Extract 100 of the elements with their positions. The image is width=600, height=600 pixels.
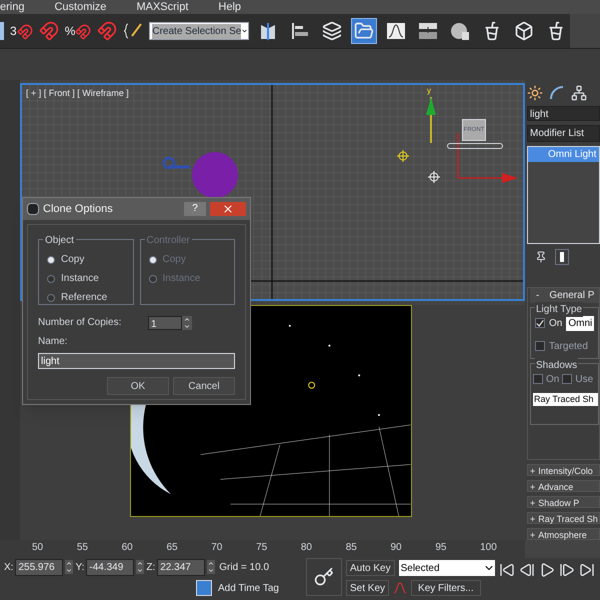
key-mode-dropdown[interactable]: Selected <box>398 560 495 576</box>
tick-label: 85 <box>346 541 358 555</box>
object-name-field[interactable]: light <box>527 106 600 122</box>
dialog-button[interactable]: Cancel <box>173 377 235 395</box>
menu-item[interactable]: MAXScript <box>136 0 188 16</box>
checkbox[interactable] <box>562 374 572 384</box>
folder-icon <box>354 21 374 41</box>
material-sphere-icon <box>450 21 470 41</box>
checkbox-label: On <box>546 372 560 387</box>
set-key-button[interactable]: Set Key <box>346 580 390 596</box>
angle-magnet-icon[interactable] <box>38 21 59 41</box>
app-icon <box>27 203 39 215</box>
viewport-label[interactable]: [ + ] [ Front ] [ Wireframe ] <box>26 87 129 100</box>
align-icon <box>290 21 310 41</box>
pin-icon[interactable] <box>535 250 547 263</box>
go-to-start-icon[interactable] <box>498 562 515 578</box>
spinner-icon[interactable] <box>136 560 144 574</box>
stack-item[interactable]: Omni Light <box>528 147 599 162</box>
spinner-icon[interactable] <box>207 560 216 574</box>
menu-item[interactable]: Help <box>218 0 242 16</box>
coordinate-label: X: <box>4 560 14 574</box>
copies-label: Number of Copies: <box>38 316 122 330</box>
rollout-title: General P <box>549 288 594 303</box>
dialog-button[interactable]: OK <box>107 377 169 395</box>
sun-icon[interactable] <box>527 85 543 102</box>
time-tag-button[interactable]: Add Time Tag <box>218 580 279 596</box>
checkbox-label: Targeted <box>549 340 588 354</box>
name-field[interactable]: light <box>38 353 235 369</box>
light-type-dropdown[interactable]: Omni <box>566 316 594 331</box>
rollout-header[interactable]: + Intensity/Colo <box>527 464 600 476</box>
copies-field[interactable]: 1 <box>148 316 182 330</box>
tick-label: 100 <box>480 541 498 555</box>
shadow-type-dropdown[interactable]: Ray Traced Sh <box>533 392 598 406</box>
go-to-end-icon[interactable] <box>578 562 595 578</box>
menu-item[interactable]: ering <box>0 0 24 16</box>
coordinate-label: Y: <box>75 560 84 574</box>
layers-icon <box>322 21 342 41</box>
key-button[interactable] <box>306 558 342 596</box>
hierarchy-icon[interactable] <box>571 85 587 102</box>
percent-snap[interactable]: % <box>64 22 76 40</box>
coordinate-field[interactable]: 22.347 <box>157 558 206 576</box>
previous-frame-icon[interactable] <box>518 562 535 578</box>
play-icon[interactable] <box>538 562 555 578</box>
spinner-magnet-icon[interactable] <box>97 21 118 41</box>
light-marker-icon <box>397 150 409 162</box>
time-tag-icon[interactable] <box>196 580 212 596</box>
grid-readout: Grid = 10.0 <box>219 560 270 574</box>
curve-icon[interactable] <box>393 581 408 595</box>
option-label: Instance <box>162 272 200 286</box>
help-button[interactable]: ? <box>184 202 206 216</box>
tick-label: 70 <box>211 541 224 555</box>
close-button[interactable] <box>210 202 246 216</box>
rollout-title: Advance <box>538 481 574 492</box>
modifier-list-dropdown[interactable]: Modifier List <box>527 125 600 142</box>
close-icon <box>222 203 234 215</box>
radio-button[interactable] <box>47 256 55 264</box>
rollout-header[interactable]: - General P <box>530 288 599 303</box>
rollout-sign: + <box>530 513 536 524</box>
group-title: Light Type <box>535 302 583 317</box>
selection-set-dropdown[interactable]: Create Selection Se <box>149 22 250 40</box>
coordinate-field[interactable]: -44.349 <box>86 558 134 576</box>
magnet-icon[interactable] <box>75 24 92 40</box>
auto-key-button[interactable]: Auto Key <box>346 560 395 576</box>
option-label: Copy <box>61 253 84 267</box>
snap-count[interactable]: 3 <box>10 22 17 40</box>
checkbox[interactable] <box>535 318 545 328</box>
rollout-sign: + <box>530 481 536 492</box>
arc-icon[interactable] <box>549 85 565 102</box>
viewcube-ring[interactable] <box>447 143 503 149</box>
menu-item[interactable]: Customize <box>54 0 106 16</box>
rollout-header[interactable]: + Advance <box>527 480 600 492</box>
tick-label: 50 <box>32 541 44 555</box>
rollout-header[interactable]: + Ray Traced Sh <box>527 512 600 524</box>
braces-pencil-icon[interactable] <box>123 21 144 41</box>
rollout-header[interactable]: + Shadow P <box>527 496 600 508</box>
rollout-title: Atmosphere <box>538 529 587 540</box>
rollout-title: Ray Traced Sh <box>538 513 598 524</box>
checkbox[interactable] <box>535 341 545 352</box>
checkbox-label: Use <box>575 372 594 387</box>
spinner-icon[interactable] <box>182 316 192 330</box>
coordinate-field[interactable]: 255.976 <box>15 558 64 576</box>
rollout-title: Intensity/Colo <box>538 465 593 476</box>
coordinate-label: Z: <box>146 560 156 574</box>
radio-button[interactable] <box>47 274 55 282</box>
tick-label: 55 <box>76 541 89 555</box>
checkbox[interactable] <box>533 374 543 384</box>
key-icon <box>314 567 334 587</box>
rollout-title: Shadow P <box>538 497 580 508</box>
rollout-sign: - <box>536 288 540 303</box>
key-filters-button[interactable]: Key Filters... <box>411 580 481 596</box>
show-end-result-icon[interactable] <box>555 248 569 265</box>
checkbox-label: On <box>549 316 562 331</box>
tick-label: 60 <box>122 541 134 555</box>
magnet-icon[interactable] <box>16 24 33 40</box>
tick-label: 75 <box>256 541 268 555</box>
option-label: Copy <box>162 253 186 267</box>
next-frame-icon[interactable] <box>558 562 575 578</box>
radio-button[interactable] <box>47 294 55 302</box>
spinner-icon[interactable] <box>65 560 74 574</box>
rollout-header[interactable]: + Atmosphere <box>527 528 600 540</box>
